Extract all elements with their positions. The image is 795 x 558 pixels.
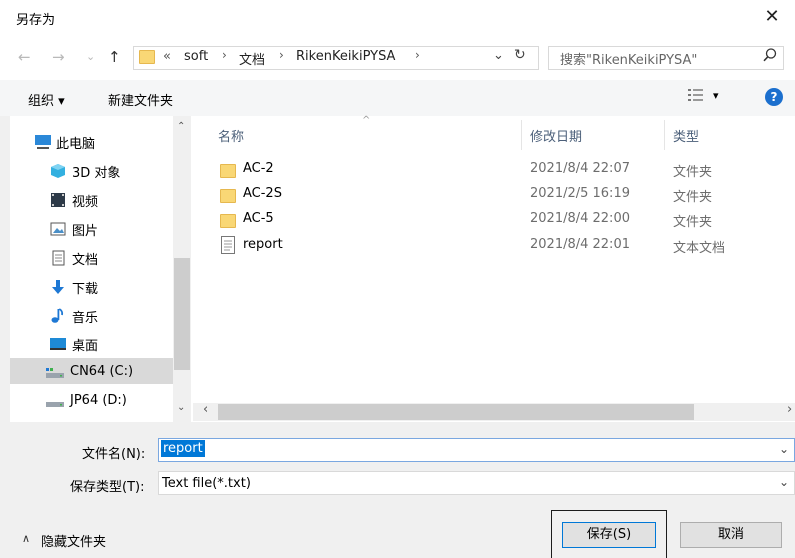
file-type: 文件夹 [673,215,713,230]
column-divider[interactable] [521,120,522,150]
sidebar-item-label: JP64 (D:) [70,393,127,408]
video-icon [50,192,66,207]
breadcrumb-separator[interactable]: › [415,48,420,62]
search-icon[interactable] [762,47,778,63]
music-icon [50,308,66,323]
search-placeholder: 搜索"RikenKeikiPYSA" [560,53,698,68]
file-name: AC-2 [243,161,274,176]
scroll-right-icon[interactable]: › [787,402,792,417]
breadcrumb-separator[interactable]: › [222,48,227,62]
file-modified: 2021/8/4 22:07 [530,161,630,176]
breadcrumb-item[interactable]: RikenKeikiPYSA [296,49,395,64]
back-arrow-icon[interactable]: ← [18,48,31,66]
scroll-up-icon[interactable]: ⌃ [177,121,185,132]
sidebar-item-label: 视频 [72,195,99,210]
sort-ascending-icon: ^ [362,115,371,126]
sidebar-item-label: 文档 [72,253,99,268]
column-header-name[interactable]: 名称 [218,126,244,145]
sidebar-item-label: 3D 对象 [72,166,121,181]
filetype-dropdown-icon[interactable]: ⌄ [779,475,789,489]
sidebar-item-label: CN64 (C:) [70,364,134,379]
sidebar-item-label: 此电脑 [56,137,96,152]
file-row[interactable]: AC-2 2021/8/4 22:07 文件夹 [220,159,780,181]
file-name: AC-5 [243,211,274,226]
computer-icon [34,134,51,149]
file-name: report [243,237,283,252]
sidebar-item-label: 图片 [72,224,99,239]
scroll-down-icon[interactable]: ⌄ [177,402,185,413]
3d-objects-icon [50,163,66,178]
file-type: 文件夹 [673,165,713,180]
save-button[interactable]: 保存(S) [562,522,656,548]
column-divider[interactable] [664,120,665,150]
filename-label: 文件名(N): [82,447,146,462]
cancel-button[interactable]: 取消 [680,522,782,548]
organize-button[interactable]: 组织 ▾ [28,90,65,109]
column-header-type[interactable]: 类型 [673,126,699,145]
file-list-scrollbar-thumb[interactable] [218,404,694,420]
close-button[interactable]: ✕ [749,0,795,36]
file-modified: 2021/2/5 16:19 [530,186,630,201]
column-header-modified[interactable]: 修改日期 [530,126,582,145]
filename-input[interactable] [158,438,795,462]
window-title: 另存为 [16,13,56,28]
chevron-up-icon[interactable]: ∧ [22,532,30,545]
file-name: AC-2S [243,186,282,201]
drive-icon [46,394,64,408]
sidebar-item-label: 下载 [72,282,99,297]
breadcrumb-separator[interactable]: › [279,48,284,62]
file-modified: 2021/8/4 22:00 [530,211,630,226]
help-icon[interactable]: ? [765,88,783,106]
sidebar-scrollbar-thumb[interactable] [174,258,190,370]
filetype-value: Text file(*.txt) [162,476,251,491]
pictures-icon [50,221,66,236]
breadcrumb-overflow-icon[interactable]: « [163,49,171,64]
desktop-icon [50,336,66,350]
text-file-icon [221,236,235,254]
address-dropdown-icon[interactable]: ⌄ [493,48,504,63]
file-modified: 2021/8/4 22:01 [530,237,630,252]
filename-value[interactable]: report [161,440,205,457]
download-icon [50,279,66,294]
folder-icon [139,50,155,68]
filetype-select[interactable] [158,471,795,495]
scroll-left-icon[interactable]: ‹ [203,402,208,417]
sidebar-item-label: 桌面 [72,339,99,354]
refresh-icon[interactable]: ↻ [514,47,526,63]
breadcrumb-item[interactable]: 文档 [239,49,265,68]
breadcrumb-item[interactable]: soft [184,49,208,64]
view-options-icon[interactable] [688,88,704,102]
up-arrow-icon[interactable]: ↑ [108,48,121,66]
file-type: 文件夹 [673,190,713,205]
filetype-label: 保存类型(T): [70,480,145,495]
view-dropdown-icon[interactable]: ▾ [713,89,719,102]
drive-icon [46,365,64,379]
title-bar [0,0,795,36]
file-row[interactable]: report 2021/8/4 22:01 文本文档 [220,235,780,257]
file-row[interactable]: AC-5 2021/8/4 22:00 文件夹 [220,209,780,231]
forward-arrow-icon[interactable]: → [52,48,65,66]
sidebar-item-label: 音乐 [72,311,99,326]
file-row[interactable]: AC-2S 2021/2/5 16:19 文件夹 [220,184,780,206]
filename-dropdown-icon[interactable]: ⌄ [779,442,789,456]
file-type: 文本文档 [673,241,726,256]
recent-locations-chevron-icon[interactable]: ⌄ [86,50,95,63]
hide-folders-toggle[interactable]: 隐藏文件夹 [41,531,106,550]
documents-icon [50,250,66,266]
new-folder-button[interactable]: 新建文件夹 [108,90,173,109]
